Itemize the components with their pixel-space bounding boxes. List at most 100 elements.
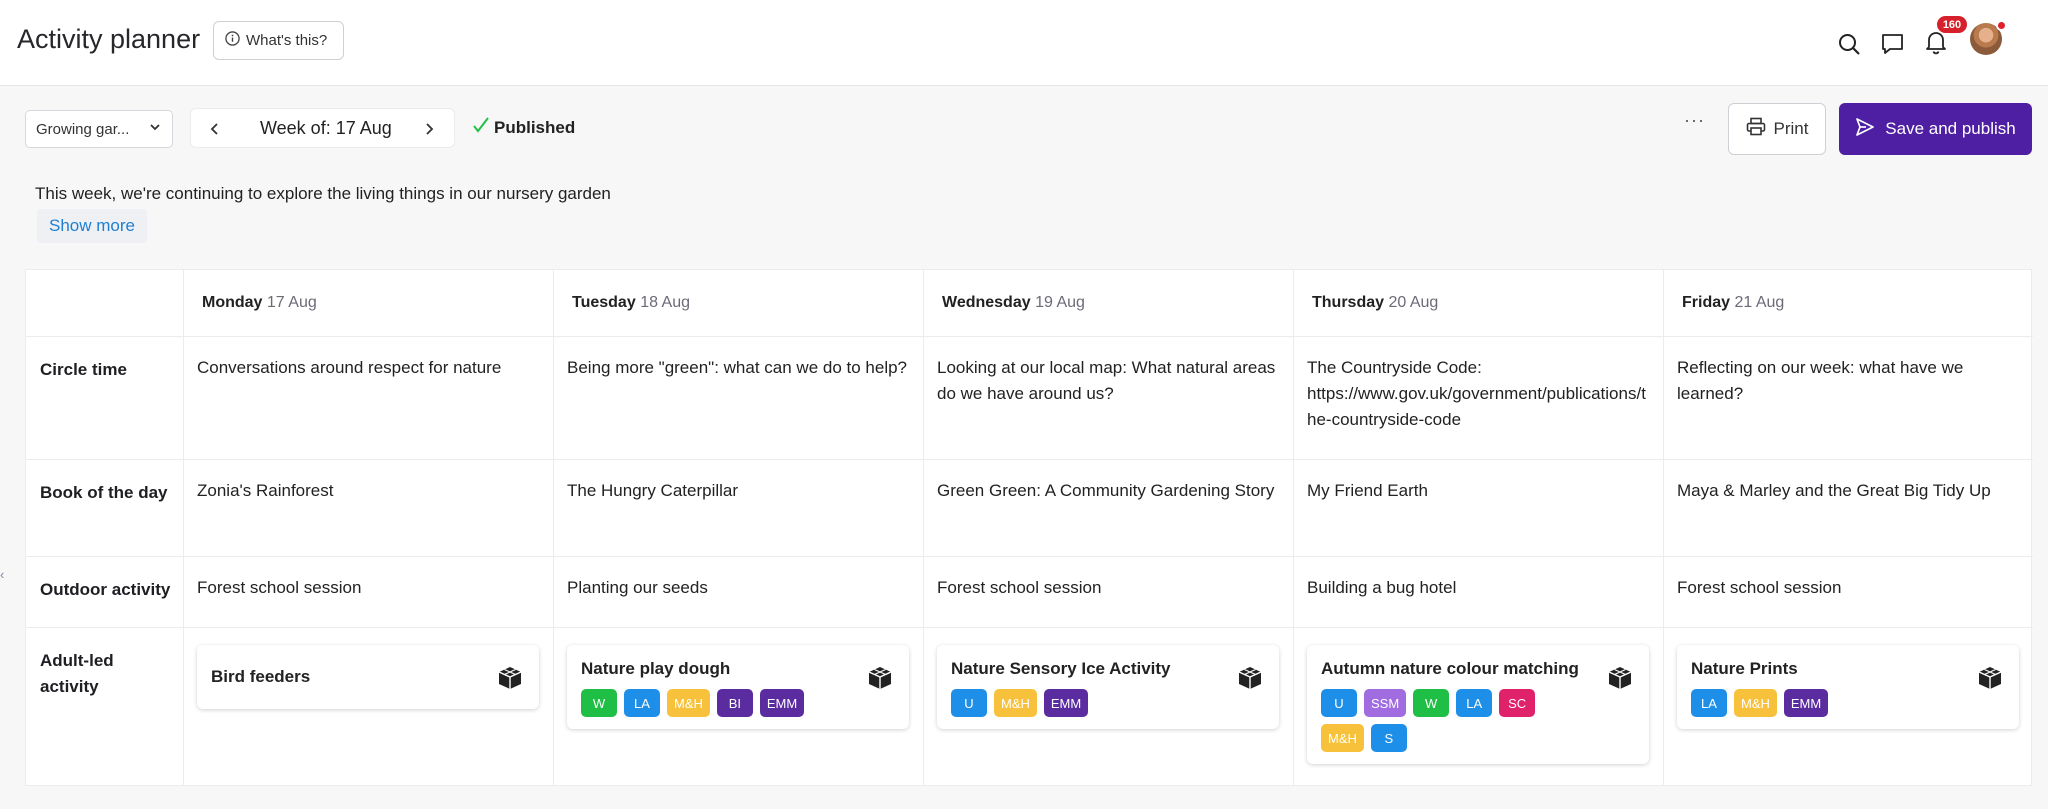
- top-header: Activity planner What's this? 160: [0, 0, 2048, 86]
- cell-text: The Hungry Caterpillar: [567, 481, 739, 500]
- more-options-button[interactable]: ···: [1684, 110, 1705, 131]
- learning-area-tag: M&H: [667, 689, 710, 717]
- day-name: Friday: [1682, 294, 1731, 311]
- show-more-button[interactable]: Show more: [37, 209, 147, 243]
- day-date: 18 Aug: [640, 294, 691, 311]
- learning-area-tag: BI: [716, 689, 753, 717]
- row-label: Adult-led activity: [40, 651, 114, 696]
- group-select[interactable]: Growing gar...: [25, 110, 173, 148]
- day-date: 20 Aug: [1388, 294, 1439, 311]
- whats-this-label: What's this?: [246, 32, 328, 49]
- outdoor-cell[interactable]: Forest school session: [1663, 557, 2033, 627]
- cell-text: The Countryside Code: https://www.gov.uk…: [1307, 358, 1646, 429]
- check-icon: [472, 116, 490, 139]
- save-and-publish-button[interactable]: Save and publish: [1839, 103, 2032, 155]
- circle-time-row: Circle time Conversations around respect…: [26, 337, 2033, 460]
- day-date: 19 Aug: [1035, 294, 1085, 311]
- row-label: Book of the day: [40, 483, 168, 502]
- collapse-handle-icon[interactable]: ‹: [0, 567, 4, 582]
- learning-area-tag: S: [1370, 724, 1407, 752]
- circle-time-cell[interactable]: Being more "green": what can we do to he…: [553, 337, 923, 459]
- day-name: Monday: [202, 294, 263, 311]
- chat-icon[interactable]: [1875, 27, 1909, 61]
- learning-area-tag: M&H: [994, 689, 1037, 717]
- circle-time-cell[interactable]: Conversations around respect for nature: [183, 337, 553, 459]
- previous-week-button[interactable]: [204, 118, 226, 140]
- planner-grid: Monday 17 Aug Tuesday 18 Aug Wednesday 1…: [25, 269, 2033, 786]
- cube-icon: [1607, 665, 1633, 696]
- cell-text: Zonia's Rainforest: [197, 481, 334, 500]
- cell-text: Forest school session: [1677, 578, 1842, 597]
- row-label: Outdoor activity: [40, 580, 171, 599]
- outdoor-cell[interactable]: Building a bug hotel: [1293, 557, 1663, 627]
- print-button[interactable]: Print: [1728, 103, 1826, 155]
- learning-area-tag: LA: [624, 689, 660, 717]
- learning-area-tag: EMM: [759, 689, 805, 717]
- search-icon[interactable]: [1832, 27, 1866, 61]
- activity-title: Nature Prints: [1691, 659, 1798, 678]
- cell-text: My Friend Earth: [1307, 481, 1428, 500]
- printer-icon: [1746, 117, 1766, 141]
- week-label: Week of: 17 Aug: [260, 118, 392, 139]
- cube-icon: [1977, 665, 2003, 696]
- cube-icon: [497, 665, 523, 696]
- cube-icon: [1237, 665, 1263, 696]
- book-cell[interactable]: Maya & Marley and the Great Big Tidy Up: [1663, 460, 2033, 556]
- activity-card[interactable]: Nature play dough W LA M&H BI EMM: [567, 645, 909, 729]
- week-intro-text: This week, we're continuing to explore t…: [35, 184, 611, 203]
- outdoor-cell[interactable]: Planting our seeds: [553, 557, 923, 627]
- circle-time-cell[interactable]: Reflecting on our week: what have we lea…: [1663, 337, 2033, 459]
- book-of-the-day-row: Book of the day Zonia's Rainforest The H…: [26, 460, 2033, 557]
- outdoor-cell[interactable]: Forest school session: [923, 557, 1293, 627]
- activity-title: Nature Sensory Ice Activity: [951, 659, 1171, 678]
- publish-status: Published: [472, 116, 575, 139]
- learning-area-tag: SSM: [1364, 689, 1407, 717]
- day-date: 21 Aug: [1734, 294, 1785, 311]
- page-title: Activity planner: [17, 24, 201, 54]
- info-icon: [225, 31, 240, 50]
- next-week-button[interactable]: [418, 118, 440, 140]
- adult-led-cell: Nature Sensory Ice Activity U M&H EMM: [923, 628, 1293, 785]
- activity-card[interactable]: Nature Sensory Ice Activity U M&H EMM: [937, 645, 1279, 729]
- day-name: Wednesday: [942, 294, 1031, 311]
- day-date: 17 Aug: [266, 294, 317, 311]
- learning-area-tag: W: [581, 689, 617, 717]
- outdoor-cell[interactable]: Forest school session: [183, 557, 553, 627]
- learning-area-tag: M&H: [1734, 689, 1777, 717]
- activity-tags: LA M&H EMM: [1691, 689, 2005, 717]
- book-cell[interactable]: The Hungry Caterpillar: [553, 460, 923, 556]
- day-header-friday: Friday 21 Aug: [1663, 270, 2033, 336]
- day-name: Thursday: [1312, 294, 1385, 311]
- week-navigator: Week of: 17 Aug: [190, 108, 455, 148]
- whats-this-button[interactable]: What's this?: [213, 21, 344, 60]
- activity-title: Autumn nature colour matching: [1321, 659, 1579, 678]
- outdoor-activity-row: Outdoor activity Forest school session P…: [26, 557, 2033, 628]
- activity-card[interactable]: Autumn nature colour matching U SSM W LA SC M&…: [1307, 645, 1649, 764]
- cell-text: Planting our seeds: [567, 578, 708, 597]
- learning-area-tag: U: [1321, 689, 1357, 717]
- circle-time-cell[interactable]: Looking at our local map: What natural a…: [923, 337, 1293, 459]
- book-cell[interactable]: Green Green: A Community Gardening Story: [923, 460, 1293, 556]
- week-prefix: Week of:: [260, 118, 336, 138]
- learning-area-tag: W: [1413, 689, 1450, 717]
- learning-area-tag: EMM: [1783, 689, 1829, 717]
- cell-text: Green Green: A Community Gardening Story: [937, 481, 1275, 500]
- day-header-wednesday: Wednesday 19 Aug: [923, 270, 1293, 336]
- book-cell[interactable]: My Friend Earth: [1293, 460, 1663, 556]
- activity-tags: W LA M&H BI EMM: [581, 689, 895, 717]
- cube-icon: [867, 665, 893, 696]
- notification-count-badge: 160: [1937, 16, 1967, 33]
- day-header-tuesday: Tuesday 18 Aug: [553, 270, 923, 336]
- book-cell[interactable]: Zonia's Rainforest: [183, 460, 553, 556]
- save-and-publish-label: Save and publish: [1885, 119, 2016, 138]
- activity-card[interactable]: Bird feeders: [197, 645, 539, 709]
- cell-text: Maya & Marley and the Great Big Tidy Up: [1677, 481, 1991, 500]
- adult-led-activity-row: Adult-led activity Bird feeders Nature p…: [26, 628, 2033, 785]
- adult-led-cell: Nature play dough W LA M&H BI EMM: [553, 628, 923, 785]
- circle-time-cell[interactable]: The Countryside Code: https://www.gov.uk…: [1293, 337, 1663, 459]
- adult-led-cell: Bird feeders: [183, 628, 553, 785]
- activity-title: Nature play dough: [581, 659, 731, 678]
- activity-tags: U M&H EMM: [951, 689, 1265, 717]
- activity-card[interactable]: Nature Prints LA M&H EMM: [1677, 645, 2019, 729]
- adult-led-cell: Nature Prints LA M&H EMM: [1663, 628, 2033, 785]
